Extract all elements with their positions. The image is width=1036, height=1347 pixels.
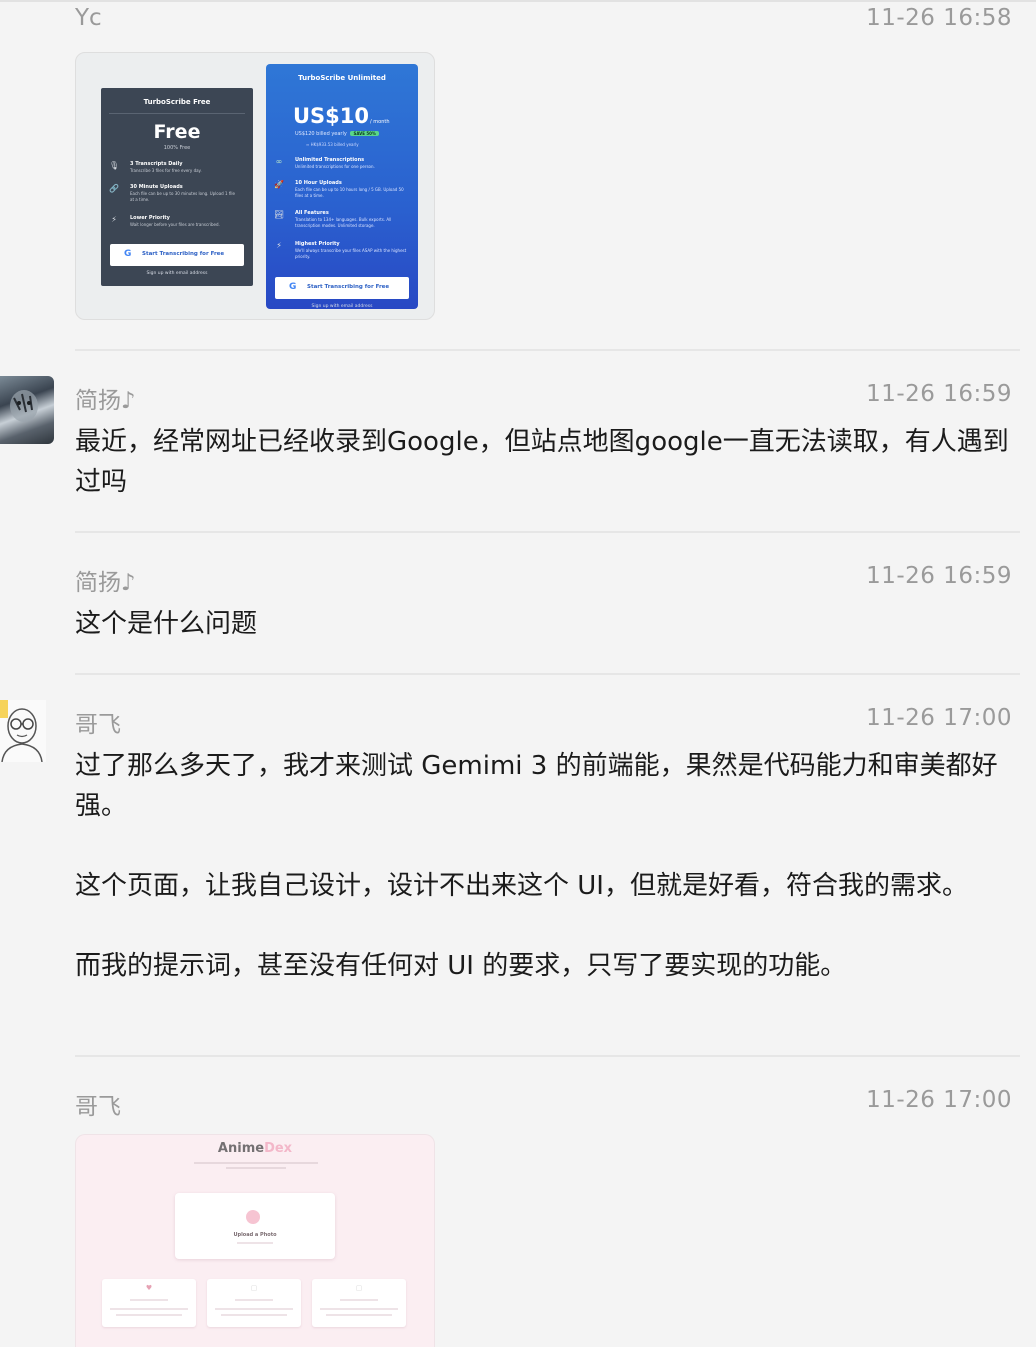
upload-subtitle-placeholder (237, 1242, 273, 1244)
free-plan-name: Free (153, 121, 201, 143)
feature-title: 3 Transcripts Daily (130, 161, 183, 167)
button-label: Start Transcribing for Free (142, 251, 225, 257)
feature-desc: Each file can be up to 30 minutes long. … (130, 191, 235, 202)
link-icon: 🔗 (109, 184, 119, 193)
feature-title: All Features (295, 210, 329, 216)
upload-icon (246, 1210, 260, 1224)
feature-title: Unlimited Transcriptions (295, 157, 365, 163)
upload-title: Upload a Photo (233, 1232, 277, 1238)
bolt-icon: ⚡ (111, 215, 117, 224)
message-time: 11-26 17:00 (866, 705, 1012, 731)
feature-icon: ▢ (355, 1284, 363, 1292)
feature-title: 10 Hour Uploads (295, 180, 342, 186)
message-time: 11-26 17:00 (866, 1087, 1012, 1113)
button-label: Start Transcribing for Free (307, 284, 390, 290)
feature-desc: We'll always transcribe your files ASAP … (295, 248, 407, 259)
message-text[interactable]: 过了那么多天了，我才来测试 Gemimi 3 的前端能，果然是代码能力和审美都好… (75, 746, 1010, 986)
feature-title: Lower Priority (130, 215, 170, 221)
free-card-title: TurboScribe Free (143, 98, 211, 106)
google-icon: G (289, 282, 297, 292)
signup-link: Sign up with email address (311, 304, 373, 309)
feature-card: ▢ (207, 1279, 301, 1327)
sender-name: 简扬♪ (75, 388, 136, 414)
start-transcribing-button: G Start Transcribing for Free (110, 244, 244, 266)
infinity-icon: ∞ (275, 157, 283, 166)
message-paragraph: 这个页面，让我自己设计，设计不出来这个 UI，但就是好看，符合我的需求。 (75, 871, 968, 901)
sender-name: 简扬♪ (75, 570, 136, 596)
app-title-main: Anime (217, 1141, 265, 1156)
rocket-icon: 🚀 (274, 180, 284, 189)
google-icon: G (124, 249, 132, 259)
message-paragraph: 而我的提示词，甚至没有任何对 UI 的要求，只写了要实现的功能。 (75, 951, 847, 981)
feature-icon: ▢ (250, 1284, 258, 1292)
feature-desc: Wait longer before your files are transc… (130, 222, 220, 227)
price: US$10 (293, 104, 370, 128)
hk-price: ≈ HK$933.53 billed yearly (306, 142, 359, 147)
pricing-image-attachment[interactable]: TurboScribe Free Free 100% Free 🎙 3 Tran… (75, 52, 435, 320)
feature-icon: ♥ (145, 1284, 153, 1292)
feature-desc: Transcribe 3 files for free every day. (130, 168, 202, 173)
free-plan-card: TurboScribe Free Free 100% Free 🎙 3 Tran… (101, 88, 253, 286)
feature-title: 30 Minute Uploads (130, 184, 183, 190)
save-badge: SAVE 50% (350, 131, 379, 136)
feature-desc: Unlimited transcriptions for one person. (295, 164, 375, 169)
unlimited-plan-card: TurboScribe Unlimited US$10 / month US$1… (266, 64, 418, 309)
signup-link: Sign up with email address (146, 271, 208, 276)
price-period: / month (370, 119, 390, 125)
upload-card: Upload a Photo (175, 1193, 335, 1259)
sender-name: 哥飞 (75, 1094, 121, 1120)
message-time: 11-26 16:59 (866, 563, 1012, 589)
message-text[interactable]: 这个是什么问题 (75, 604, 1010, 644)
sender-name: Yc (75, 5, 102, 31)
message-paragraph: 过了那么多天了，我才来测试 Gemimi 3 的前端能，果然是代码能力和审美都好… (75, 751, 998, 821)
unlimited-card-title: TurboScribe Unlimited (298, 74, 386, 82)
message-gefei-1: 哥飞 11-26 17:00 过了那么多天了，我才来测试 Gemimi 3 的前… (0, 700, 1036, 1030)
message-divider (75, 349, 1020, 351)
feature-card: ▢ (312, 1279, 406, 1327)
feature-desc: Translation to 134+ languages. Bulk expo… (295, 217, 392, 228)
divider (109, 113, 245, 114)
message-jianyang-2: 简扬♪ 11-26 16:59 这个是什么问题 (0, 558, 1036, 648)
app-title: AnimeDex (76, 1141, 434, 1156)
message-text[interactable]: 最近，经常网址已经收录到Google，但站点地图google一直无法读取，有人遇… (75, 422, 1010, 502)
bolt-icon: ⚡ (276, 241, 282, 250)
sender-name: 哥飞 (75, 712, 121, 738)
feature-card: ♥ (102, 1279, 196, 1327)
landscape-icon: 🏞 (274, 210, 285, 219)
message-jianyang-1: 简扬♪ 11-26 16:59 最近，经常网址已经收录到Google，但站点地图… (0, 376, 1036, 506)
feature-desc: Each file can be up to 10 hours long / 5… (295, 187, 404, 198)
free-plan-subtitle: 100% Free (163, 145, 191, 151)
message-yc: Yc 11-26 16:58 TurboScribe Free Free 100… (0, 0, 1036, 335)
start-transcribing-button: G Start Transcribing for Free (275, 277, 409, 299)
message-divider (75, 673, 1020, 675)
billed-yearly: US$120 billed yearly SAVE 50% (295, 131, 379, 137)
app-title-accent: Dex (264, 1141, 293, 1156)
app-subtitle (186, 1159, 326, 1172)
anime-app-image-attachment[interactable]: AnimeDex Upload a Photo ♥ ▢ ▢ (75, 1134, 435, 1347)
message-time: 11-26 16:58 (866, 5, 1012, 31)
microphone-icon: 🎙 (109, 161, 120, 170)
feature-title: Highest Priority (295, 241, 340, 247)
billed-text: US$120 billed yearly (295, 131, 347, 137)
message-divider (75, 531, 1020, 533)
message-time: 11-26 16:59 (866, 381, 1012, 407)
message-divider (75, 1055, 1020, 1057)
